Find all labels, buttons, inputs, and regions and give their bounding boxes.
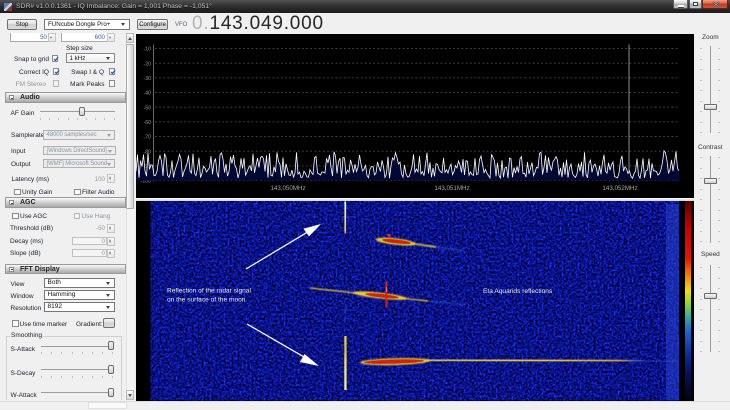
svg-text:143,051MHz: 143,051MHz [434, 185, 469, 192]
svg-text:-80: -80 [144, 149, 152, 155]
svg-text:-50: -50 [144, 105, 152, 111]
svg-text:-70: -70 [144, 134, 152, 140]
svg-text:-20: -20 [144, 61, 152, 67]
svg-text:-10: -10 [144, 46, 152, 52]
svg-text:-60: -60 [144, 120, 152, 126]
svg-text:Reflection of the radar signal: Reflection of the radar signal [167, 288, 251, 295]
svg-text:143,052MHz: 143,052MHz [602, 185, 637, 192]
svg-text:on the surface of the moon: on the surface of the moon [167, 297, 246, 304]
svg-text:Eta Aquarids reflections: Eta Aquarids reflections [483, 288, 553, 295]
svg-text:-40: -40 [144, 90, 152, 96]
svg-text:143,050MHz: 143,050MHz [270, 185, 305, 192]
svg-text:-30: -30 [144, 76, 152, 82]
